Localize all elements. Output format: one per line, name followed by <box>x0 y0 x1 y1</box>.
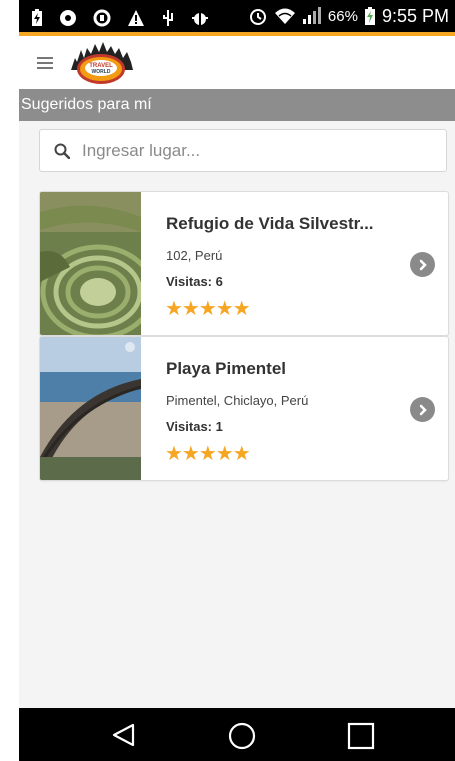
warning-icon <box>127 9 145 27</box>
phone-screen: 66% 9:55 PM TRAVEL WORLD Sugeridos para <box>19 0 455 761</box>
location-icon <box>59 9 77 27</box>
place-title: Playa Pimentel <box>166 359 287 378</box>
chevron-right-icon[interactable] <box>410 397 435 422</box>
status-bar: 66% 9:55 PM <box>19 0 455 36</box>
search-icon <box>54 143 70 159</box>
usb-icon <box>161 9 175 27</box>
place-thumbnail <box>40 337 141 480</box>
alarm-icon <box>248 6 268 26</box>
place-card[interactable]: Playa Pimentel Pimentel, Chiclayo, Perú … <box>39 336 449 481</box>
search-input[interactable] <box>80 139 414 162</box>
android-debug-icon <box>191 9 209 27</box>
system-nav-bar <box>19 708 455 761</box>
travel-world-logo: TRAVEL WORLD <box>65 40 137 86</box>
place-card[interactable]: Refugio de Vida Silvestr... 102, Perú Vi… <box>39 191 449 336</box>
app-header: TRAVEL WORLD <box>19 36 455 89</box>
wifi-icon <box>274 7 296 25</box>
chevron-right-icon[interactable] <box>410 252 435 277</box>
battery-charging-icon <box>31 9 43 27</box>
battery-percent: 66% <box>327 7 358 25</box>
star-rating: ★★★★★ <box>165 443 251 465</box>
place-location: Pimentel, Chiclayo, Perú <box>166 393 309 408</box>
svg-text:WORLD: WORLD <box>92 69 111 75</box>
section-title: Sugeridos para mí <box>19 89 455 121</box>
back-icon[interactable] <box>111 722 137 753</box>
place-visits: Visitas: 6 <box>166 274 223 289</box>
place-title: Refugio de Vida Silvestr... <box>166 214 374 233</box>
place-location: 102, Perú <box>166 248 223 263</box>
star-rating: ★★★★★ <box>165 298 251 320</box>
place-visits: Visitas: 1 <box>166 419 223 434</box>
recents-icon[interactable] <box>347 722 375 755</box>
signal-icon <box>302 7 322 25</box>
sync-icon <box>93 9 111 27</box>
search-box[interactable] <box>39 129 447 172</box>
battery-icon <box>364 6 376 26</box>
home-icon[interactable] <box>228 722 256 755</box>
hamburger-icon[interactable] <box>37 57 53 69</box>
place-thumbnail <box>40 192 141 335</box>
status-time: 9:55 PM <box>381 5 449 26</box>
